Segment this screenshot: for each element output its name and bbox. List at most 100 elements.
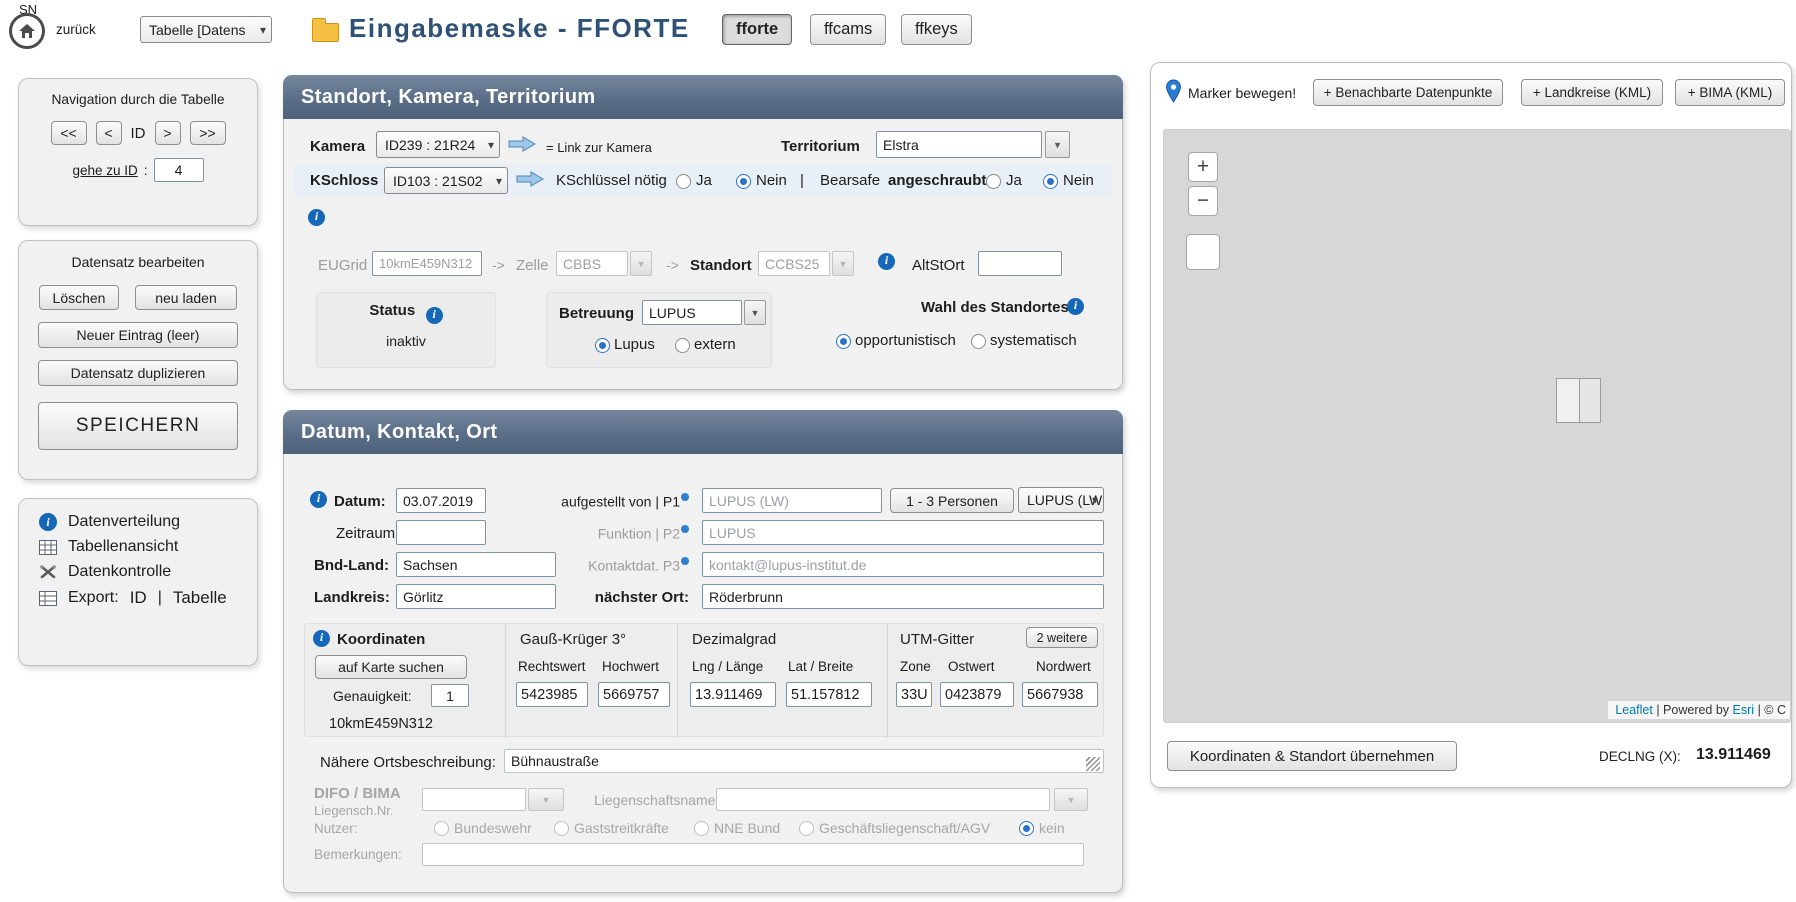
liegensch-input[interactable] [422, 788, 526, 811]
tab-ffcams[interactable]: ffcams [810, 14, 886, 45]
hochwert-input[interactable] [598, 682, 670, 707]
info-icon[interactable] [1067, 298, 1084, 315]
zelle-input[interactable] [556, 251, 628, 276]
territorium-dropdown-button[interactable] [1045, 131, 1070, 158]
zoom-in-button[interactable]: + [1188, 152, 1218, 182]
info-icon[interactable] [310, 491, 327, 508]
rechtswert-input[interactable] [516, 682, 588, 707]
duplicate-button[interactable]: Datensatz duplizieren [38, 360, 238, 386]
nutzer-bundeswehr-radio[interactable] [434, 821, 449, 836]
kamera-select[interactable]: ID239 : 21R24 [376, 131, 500, 158]
map-tool-button[interactable] [1186, 234, 1220, 270]
bearsafe-label: Bearsafe [820, 172, 880, 189]
info-icon[interactable] [313, 630, 330, 647]
data-check-item[interactable]: Datenkontrolle [19, 556, 257, 581]
prev-record-button[interactable]: < [96, 121, 122, 145]
kschloss-select[interactable]: ID103 : 21S02 [384, 167, 508, 194]
liegenschaftsname-dropdown-button[interactable] [1054, 788, 1088, 811]
ostwert-input[interactable] [940, 682, 1014, 707]
map-search-button[interactable]: auf Karte suchen [315, 655, 467, 679]
wahl-opportunistisch-radio[interactable] [836, 334, 851, 349]
eugrid-input[interactable] [372, 251, 482, 276]
datum-input[interactable] [396, 488, 486, 513]
standort-dropdown-button[interactable] [832, 251, 854, 276]
betreuung-dropdown-button[interactable] [744, 300, 766, 325]
territorium-input[interactable] [876, 131, 1042, 158]
nutzer-nne-bund-radio[interactable] [694, 821, 709, 836]
mini-info-icon [681, 525, 689, 533]
last-record-button[interactable]: >> [190, 121, 226, 145]
next-record-button[interactable]: > [155, 121, 181, 145]
bearsafe-ja-radio[interactable] [986, 174, 1001, 189]
reload-button[interactable]: neu laden [135, 285, 237, 310]
altstort-input[interactable] [978, 251, 1062, 276]
export-separator: | [158, 589, 162, 607]
leaflet-link[interactable]: Leaflet [1615, 703, 1653, 717]
delete-button[interactable]: Löschen [39, 285, 119, 310]
table-select[interactable]: Tabelle [Datens [140, 16, 272, 43]
liegenschaftsname-input[interactable] [716, 788, 1050, 811]
genauigkeit-input[interactable] [431, 684, 469, 707]
nordwert-input[interactable] [1022, 682, 1098, 707]
liegensch-dropdown-button[interactable] [528, 788, 564, 811]
p3-input[interactable] [702, 552, 1104, 577]
info-icon[interactable] [308, 209, 325, 226]
lng-input[interactable] [690, 682, 776, 707]
table-view-item[interactable]: Tabellenansicht [19, 531, 257, 556]
status-value: inaktiv [317, 333, 495, 349]
info-icon[interactable] [426, 307, 443, 324]
neighbors-button[interactable]: + Benachbarte Datenpunkte [1313, 79, 1503, 106]
wahl-systematisch-radio[interactable] [971, 334, 986, 349]
back-link[interactable]: zurück [56, 22, 96, 37]
bndland-input[interactable] [396, 552, 556, 577]
ortsbeschreibung-input[interactable] [504, 749, 1104, 773]
more-coords-button[interactable]: 2 weitere [1026, 627, 1098, 648]
nutzer-kein-radio[interactable] [1019, 821, 1034, 836]
bima-kml-button[interactable]: + BIMA (KML) [1675, 79, 1785, 106]
attribution-end: | © C [1758, 703, 1786, 717]
status-label: Status [369, 302, 415, 319]
betreuung-lupus-radio[interactable] [595, 338, 610, 353]
bemerkungen-input[interactable] [422, 843, 1084, 866]
export-id-link[interactable]: ID [130, 588, 147, 608]
home-button[interactable] [9, 13, 45, 49]
data-distribution-item[interactable]: Datenverteilung [19, 499, 257, 531]
apply-coordinates-button[interactable]: Koordinaten & Standort übernehmen [1167, 741, 1457, 771]
zeitraum-input[interactable] [396, 520, 486, 545]
zelle-dropdown-button[interactable] [630, 251, 652, 276]
betreuung-extern-radio[interactable] [675, 338, 690, 353]
info-icon[interactable] [878, 253, 895, 270]
export-table-link[interactable]: Tabelle [173, 588, 227, 608]
zone-input[interactable] [896, 682, 932, 707]
p1-select[interactable]: LUPUS (LW [1018, 487, 1104, 513]
esri-link[interactable]: Esri [1733, 703, 1755, 717]
nutzer-geschaeftsliegenschaft-radio[interactable] [799, 821, 814, 836]
p2-input[interactable] [702, 520, 1104, 545]
landkreis-input[interactable] [396, 584, 556, 609]
new-entry-button[interactable]: Neuer Eintrag (leer) [38, 322, 238, 348]
zoom-out-button[interactable]: − [1188, 186, 1218, 216]
export-label: Export: [68, 589, 119, 607]
resize-grip-icon[interactable] [1086, 757, 1100, 771]
map-canvas[interactable]: + − Leaflet | Powered by Esri | © C [1163, 129, 1791, 723]
nutzer-gaststreitkraefte-radio[interactable] [554, 821, 569, 836]
kschluessel-nein-radio[interactable] [736, 174, 751, 189]
tab-ffkeys[interactable]: ffkeys [901, 14, 972, 45]
save-button[interactable]: SPEICHERN [38, 402, 238, 450]
ostwert-label: Ostwert [948, 659, 995, 674]
goto-id-input[interactable] [154, 158, 204, 182]
lng-label: Lng / Länge [692, 659, 763, 674]
kschluessel-ja-radio[interactable] [676, 174, 691, 189]
koordinaten-section: Koordinaten auf Karte suchen Genauigkeit… [304, 623, 1104, 737]
tab-fforte[interactable]: fforte [722, 14, 792, 45]
p1-input[interactable] [702, 488, 882, 513]
first-record-button[interactable]: << [51, 121, 87, 145]
ort-input[interactable] [702, 584, 1104, 609]
betreuung-input[interactable] [642, 300, 742, 325]
personen-button[interactable]: 1 - 3 Personen [890, 488, 1014, 513]
goto-id-link[interactable]: gehe zu ID [72, 163, 137, 178]
landkreise-kml-button[interactable]: + Landkreise (KML) [1521, 79, 1663, 106]
lat-input[interactable] [786, 682, 872, 707]
bearsafe-nein-radio[interactable] [1043, 174, 1058, 189]
standort-input[interactable] [758, 251, 830, 276]
